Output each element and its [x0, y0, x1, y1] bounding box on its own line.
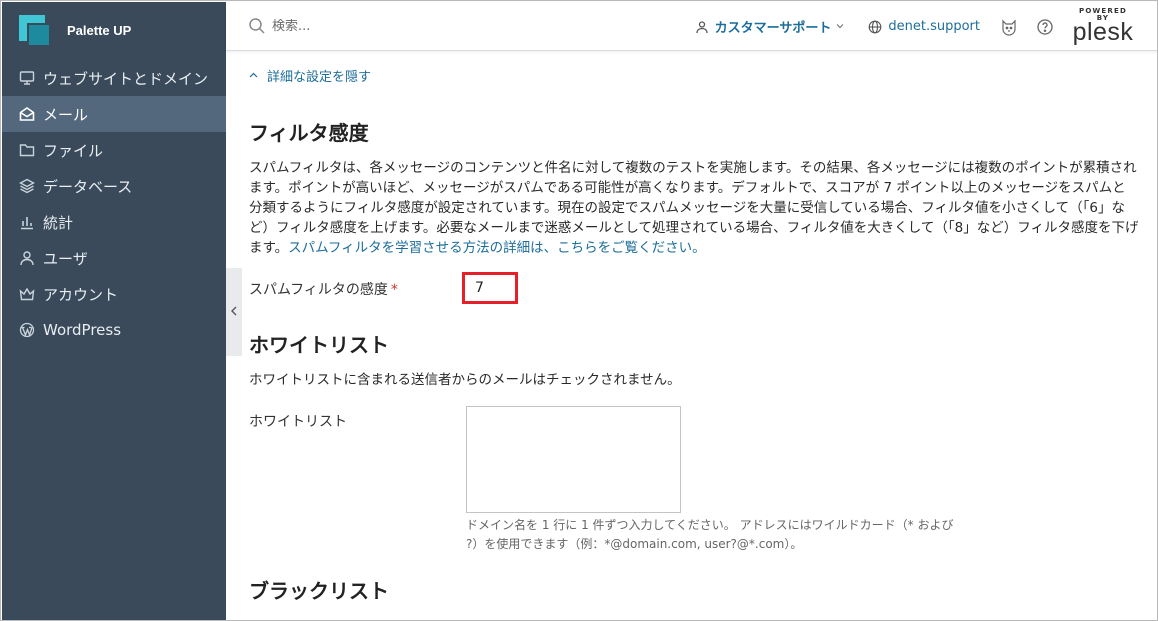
customer-support-label: カスタマーサポート [714, 21, 832, 36]
app-window: Palette UP ウェブサイトとドメイン メール ファイル データベース 統… [0, 0, 1158, 621]
user-icon [18, 249, 36, 267]
blacklist-heading: ブラックリスト [249, 579, 389, 603]
spam-sensitivity-field [462, 272, 518, 304]
wordpress-icon [18, 321, 36, 339]
customer-support-menu[interactable]: カスタマーサポート [695, 17, 845, 36]
sidebar-item-account[interactable]: アカウント [2, 276, 226, 312]
sidebar-item-label: メール [43, 105, 89, 124]
whitelist-description: ホワイトリストに含まれる送信者からのメールはチェックされません。 [249, 372, 681, 388]
hide-advanced-settings-label: 詳細な設定を隠す [267, 70, 372, 85]
plesk-wordmark: plesk [1072, 18, 1134, 46]
sidebar-item-wordpress[interactable]: WordPress [2, 312, 226, 348]
chevron-up-icon [249, 70, 259, 81]
required-mark: * [390, 282, 398, 298]
filter-sensitivity-heading: フィルタ感度 [249, 121, 369, 145]
monitor-icon [18, 69, 36, 87]
sidebar-item-label: WordPress [43, 321, 122, 339]
sidebar-item-label: データベース [43, 177, 133, 196]
envelope-icon [18, 105, 36, 123]
sidebar-item-mail[interactable]: メール [2, 96, 226, 132]
sidebar-item-label: 統計 [43, 213, 74, 232]
globe-icon [868, 20, 882, 34]
sidebar-item-label: ウェブサイトとドメイン [43, 69, 209, 88]
plesk-logo: POWERED BY plesk [1072, 8, 1134, 45]
main-content: 詳細な設定を隠す フィルタ感度 スパムフィルタは、各メッセージのコンテンツと件名… [249, 51, 1157, 620]
chevron-left-icon [230, 305, 238, 319]
folder-icon [18, 141, 36, 159]
chevron-down-icon [836, 22, 844, 32]
sidebar-item-statistics[interactable]: 統計 [2, 204, 226, 240]
whitelist-textarea[interactable] [466, 406, 681, 513]
domain-label: denet.support [888, 19, 980, 34]
help-icon[interactable] [1036, 18, 1054, 36]
database-icon [18, 177, 36, 195]
cat-extension-icon[interactable] [1000, 18, 1018, 36]
sidebar-nav: ウェブサイトとドメイン メール ファイル データベース 統計 ユーザ アカウント… [2, 60, 226, 348]
hide-advanced-settings-link[interactable]: 詳細な設定を隠す [249, 66, 371, 85]
brand-name: Palette UP [67, 22, 132, 38]
sidebar-item-label: ファイル [43, 141, 104, 160]
spam-sensitivity-label-text: スパムフィルタの感度 [249, 282, 388, 298]
user-icon [695, 20, 709, 34]
sidebar-item-label: アカウント [43, 285, 119, 304]
whitelist-heading: ホワイトリスト [249, 333, 389, 357]
filter-description: スパムフィルタは、各メッセージのコンテンツと件名に対して複数のテストを実施します… [249, 158, 1139, 258]
header-right: カスタマーサポート denet.support POWERED BY plesk [695, 2, 1157, 51]
spam-sensitivity-label: スパムフィルタの感度 * [249, 279, 398, 299]
sidebar-collapse-button[interactable] [226, 268, 242, 356]
sidebar-item-websites-domains[interactable]: ウェブサイトとドメイン [2, 60, 226, 96]
bar-chart-icon [18, 213, 36, 231]
sidebar-item-users[interactable]: ユーザ [2, 240, 226, 276]
search-icon [248, 17, 266, 35]
whitelist-label: ホワイトリスト [249, 414, 347, 430]
spam-filter-training-link[interactable]: スパムフィルタを学習させる方法の詳細は、こちらをご覧ください。 [288, 240, 705, 256]
sidebar-item-label: ユーザ [43, 249, 88, 268]
brand-logo-icon [19, 15, 49, 45]
sidebar-item-databases[interactable]: データベース [2, 168, 226, 204]
top-header: カスタマーサポート denet.support POWERED BY plesk [226, 2, 1157, 51]
search-input[interactable] [272, 18, 472, 34]
domain-selector[interactable]: denet.support [868, 19, 980, 34]
spam-sensitivity-input[interactable] [475, 280, 505, 296]
crown-icon [18, 285, 36, 303]
sidebar: Palette UP ウェブサイトとドメイン メール ファイル データベース 統… [2, 2, 226, 620]
search-box [248, 17, 472, 35]
sidebar-item-files[interactable]: ファイル [2, 132, 226, 168]
whitelist-hint: ドメイン名を 1 行に 1 件ずつ入力してください。 アドレスにはワイルドカード… [466, 518, 954, 551]
brand[interactable]: Palette UP [2, 2, 226, 58]
